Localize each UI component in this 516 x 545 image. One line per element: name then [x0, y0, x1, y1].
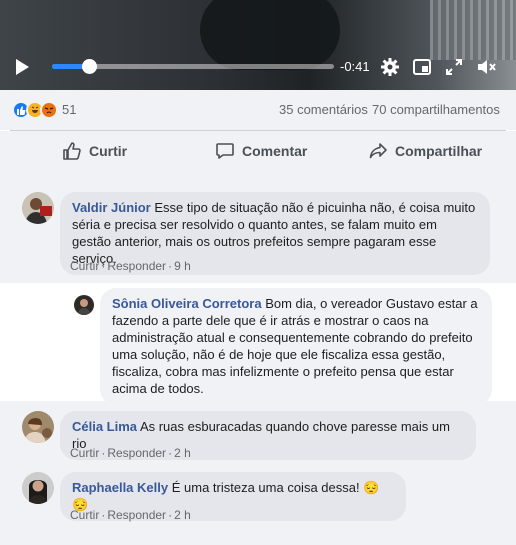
like-label: Curtir — [89, 143, 128, 159]
comment-like-link[interactable]: Curtir — [70, 508, 99, 522]
comment-text: Bom dia, o vereador Gustavo estar a faze… — [112, 296, 478, 396]
comment-actions: Curtir · Responder · 9 h — [70, 259, 191, 273]
comment-reply-link[interactable]: Responder — [107, 508, 166, 522]
share-label: Compartilhar — [395, 143, 483, 159]
comment-actions: Curtir · Responder · 2 h — [70, 446, 191, 460]
comment-author[interactable]: Sônia Oliveira Corretora — [112, 296, 262, 311]
comment-actions: Curtir · Responder · 2 h — [70, 508, 191, 522]
comment-like-link[interactable]: Curtir — [70, 446, 99, 460]
share-icon — [369, 143, 387, 159]
avatar[interactable] — [74, 295, 94, 315]
mute-icon[interactable] — [476, 57, 496, 77]
thumbs-up-icon — [63, 142, 81, 160]
comment-like-link[interactable]: Curtir — [70, 259, 99, 273]
comment-author[interactable]: Célia Lima — [72, 419, 137, 434]
comment-author[interactable]: Valdir Júnior — [72, 200, 151, 215]
action-bar: Curtir Comentar Compartilhar — [0, 131, 516, 171]
fullscreen-icon[interactable] — [444, 57, 464, 77]
progress-handle[interactable] — [81, 59, 97, 74]
comment-button[interactable]: Comentar — [215, 131, 307, 171]
comment-label: Comentar — [242, 143, 308, 159]
comment-icon — [216, 143, 234, 159]
comment-author[interactable]: Raphaella Kelly — [72, 480, 168, 495]
reactions-summary: 51 35 comentários 70 compartilhamentos — [0, 90, 516, 130]
time-remaining: -0:41 — [340, 59, 370, 74]
comment-timestamp[interactable]: 2 h — [174, 446, 191, 460]
avatar[interactable] — [22, 472, 54, 504]
comment-reply-link[interactable]: Responder — [107, 446, 166, 460]
comment-timestamp[interactable]: 2 h — [174, 508, 191, 522]
pip-icon[interactable] — [412, 57, 432, 77]
gear-icon[interactable] — [380, 57, 400, 77]
like-button[interactable]: Curtir — [62, 131, 127, 171]
shares-count[interactable]: 70 compartilhamentos — [372, 102, 500, 117]
video-player[interactable]: -0:41 — [0, 0, 516, 90]
comment-reply-link[interactable]: Responder — [107, 259, 166, 273]
angry-icon — [40, 101, 58, 119]
comments-count[interactable]: 35 comentários — [279, 102, 368, 117]
reaction-count[interactable]: 51 — [62, 102, 76, 117]
avatar[interactable] — [22, 411, 54, 443]
comment-timestamp[interactable]: 9 h — [174, 259, 191, 273]
avatar[interactable] — [22, 192, 54, 224]
comment-bubble: Sônia Oliveira Corretora Bom dia, o vere… — [100, 288, 492, 405]
share-button[interactable]: Compartilhar — [368, 131, 482, 171]
progress-bar[interactable] — [52, 59, 334, 74]
reaction-icons[interactable] — [12, 101, 62, 119]
play-icon[interactable] — [16, 59, 29, 75]
video-controls: -0:41 — [0, 50, 516, 84]
